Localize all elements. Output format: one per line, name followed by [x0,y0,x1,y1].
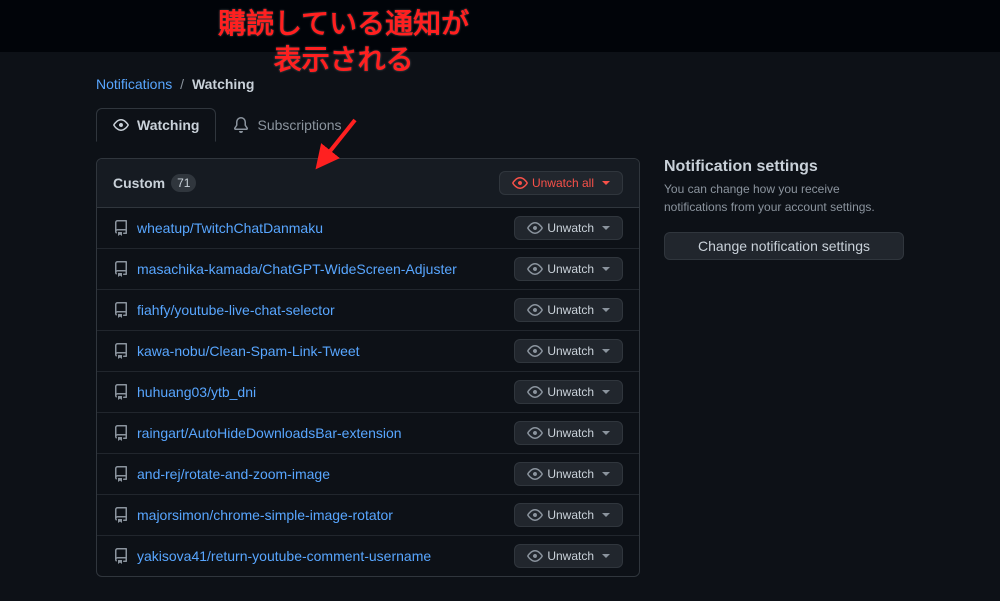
eye-icon [527,425,543,441]
unwatch-label: Unwatch [547,385,594,399]
unwatch-all-button[interactable]: Unwatch all [499,171,623,195]
watching-list-panel: Custom 71 Unwatch all wheatup/TwitchChat… [96,158,640,577]
caret-down-icon [602,226,610,230]
repo-icon [113,261,129,277]
annotation-line2: 表示される [218,42,469,78]
unwatch-all-label: Unwatch all [532,176,594,190]
repo-link[interactable]: yakisova41/return-youtube-comment-userna… [137,548,431,564]
repo-icon [113,302,129,318]
tab-watching-label: Watching [137,117,199,133]
repo-icon [113,384,129,400]
eye-icon [527,384,543,400]
repo-link[interactable]: and-rej/rotate-and-zoom-image [137,466,330,482]
eye-icon [527,302,543,318]
annotation-line1: 購読している通知が [218,6,469,42]
table-row: wheatup/TwitchChatDanmaku Unwatch [97,208,639,249]
eye-icon [527,466,543,482]
unwatch-button[interactable]: Unwatch [514,503,623,527]
eye-icon [113,117,129,133]
repo-icon [113,466,129,482]
table-row: masachika-kamada/ChatGPT-WideScreen-Adju… [97,249,639,290]
table-row: and-rej/rotate-and-zoom-image Unwatch [97,454,639,495]
caret-down-icon [602,513,610,517]
table-row: majorsimon/chrome-simple-image-rotator Un… [97,495,639,536]
breadcrumb-notifications-link[interactable]: Notifications [96,76,172,92]
caret-down-icon [602,267,610,271]
repo-icon [113,343,129,359]
top-bar [0,0,1000,52]
sidebar-description: You can change how you receive notificat… [664,180,904,216]
unwatch-button[interactable]: Unwatch [514,380,623,404]
eye-icon [512,175,528,191]
unwatch-label: Unwatch [547,467,594,481]
caret-down-icon [602,431,610,435]
tab-watching[interactable]: Watching [96,108,216,142]
annotation-overlay: 購読している通知が 表示される [218,6,469,79]
table-row: huhuang03/ytb_dni Unwatch [97,372,639,413]
repo-list: wheatup/TwitchChatDanmaku Unwatch masachik… [97,208,639,576]
table-row: raingart/AutoHideDownloadsBar-extension U… [97,413,639,454]
repo-link[interactable]: majorsimon/chrome-simple-image-rotator [137,507,393,523]
table-row: yakisova41/return-youtube-comment-userna… [97,536,639,576]
unwatch-button[interactable]: Unwatch [514,339,623,363]
list-header: Custom 71 Unwatch all [97,159,639,208]
notification-settings-sidebar: Notification settings You can change how… [664,158,904,577]
repo-link[interactable]: wheatup/TwitchChatDanmaku [137,220,323,236]
unwatch-button[interactable]: Unwatch [514,421,623,445]
annotation-arrow [315,115,365,173]
unwatch-label: Unwatch [547,549,594,563]
unwatch-button[interactable]: Unwatch [514,462,623,486]
unwatch-label: Unwatch [547,262,594,276]
repo-link[interactable]: masachika-kamada/ChatGPT-WideScreen-Adju… [137,261,457,277]
caret-down-icon [602,349,610,353]
caret-down-icon [602,308,610,312]
repo-icon [113,507,129,523]
count-badge: 71 [171,174,196,192]
eye-icon [527,548,543,564]
unwatch-button[interactable]: Unwatch [514,257,623,281]
unwatch-label: Unwatch [547,221,594,235]
unwatch-button[interactable]: Unwatch [514,544,623,568]
repo-link[interactable]: fiahfy/youtube-live-chat-selector [137,302,335,318]
table-row: fiahfy/youtube-live-chat-selector Unwatch [97,290,639,331]
tabs: Watching Subscriptions [96,108,904,142]
unwatch-label: Unwatch [547,426,594,440]
repo-icon [113,548,129,564]
eye-icon [527,220,543,236]
caret-down-icon [602,554,610,558]
eye-icon [527,507,543,523]
eye-icon [527,343,543,359]
unwatch-label: Unwatch [547,508,594,522]
unwatch-button[interactable]: Unwatch [514,298,623,322]
breadcrumb-separator: / [180,76,184,92]
bell-icon [233,117,249,133]
caret-down-icon [602,472,610,476]
repo-link[interactable]: huhuang03/ytb_dni [137,384,256,400]
repo-link[interactable]: kawa-nobu/Clean-Spam-Link-Tweet [137,343,360,359]
eye-icon [527,261,543,277]
repo-link[interactable]: raingart/AutoHideDownloadsBar-extension [137,425,402,441]
list-header-title: Custom [113,175,165,191]
change-notification-settings-button[interactable]: Change notification settings [664,232,904,260]
unwatch-label: Unwatch [547,344,594,358]
sidebar-title: Notification settings [664,158,904,176]
table-row: kawa-nobu/Clean-Spam-Link-Tweet Unwatch [97,331,639,372]
caret-down-icon [602,390,610,394]
unwatch-button[interactable]: Unwatch [514,216,623,240]
repo-icon [113,425,129,441]
caret-down-icon [602,181,610,185]
repo-icon [113,220,129,236]
unwatch-label: Unwatch [547,303,594,317]
